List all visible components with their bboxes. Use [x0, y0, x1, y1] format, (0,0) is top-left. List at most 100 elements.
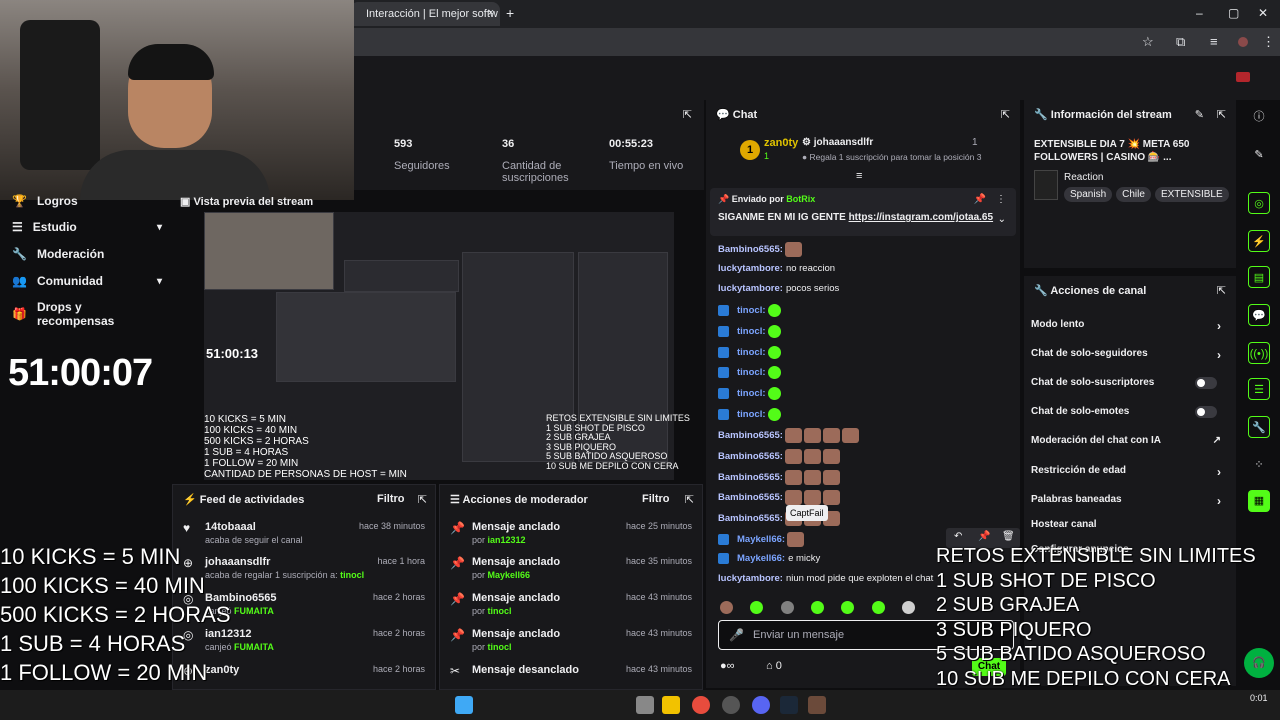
chat-username[interactable]: Bambino6565: — [718, 492, 783, 503]
close-window-button[interactable]: ✕ — [1258, 6, 1268, 20]
action-ai-moderation[interactable]: Moderación del chat con IA ↗ — [1031, 435, 1227, 446]
edit-icon[interactable]: ✎ — [1248, 144, 1270, 166]
info-icon[interactable]: ⓘ — [1248, 106, 1270, 128]
task-view-icon[interactable] — [636, 696, 654, 714]
maximize-button[interactable]: ▢ — [1228, 6, 1239, 20]
expand-icon[interactable]: ⇱ — [418, 493, 427, 506]
emote-icon[interactable] — [902, 601, 916, 615]
document-icon[interactable]: ▤ — [1248, 266, 1270, 288]
category-name[interactable]: Reaction — [1064, 172, 1103, 183]
chat-username[interactable]: tinocl: — [737, 409, 766, 420]
browser-tab[interactable]: Interacción | El mejor softw × — [350, 2, 500, 26]
app-icon[interactable] — [722, 696, 740, 714]
pinned-user[interactable]: BotRix — [786, 194, 815, 204]
emote-icon[interactable] — [750, 601, 764, 615]
collapse-handle-icon[interactable]: ≡ — [856, 170, 862, 182]
expand-icon[interactable]: ⇱ — [683, 108, 692, 121]
chat-username[interactable]: Bambino6565: — [718, 244, 783, 255]
chat-username[interactable]: luckytambore: — [718, 573, 783, 584]
wrench-icon[interactable]: 🔧 — [1248, 416, 1270, 438]
dots-icon[interactable]: ⁘ — [1248, 454, 1270, 476]
target-icon[interactable]: ◎ — [1248, 192, 1270, 214]
chat-username[interactable]: tinocl: — [737, 347, 766, 358]
sidebar-item-estudio[interactable]: ☰ Estudio ▾ — [12, 220, 162, 234]
category-thumbnail — [1034, 170, 1058, 200]
chat-username[interactable]: luckytambore: — [718, 263, 783, 274]
delete-icon[interactable]: 🗑 — [1002, 531, 1015, 542]
minimize-button[interactable]: – — [1196, 6, 1203, 20]
tag[interactable]: EXTENSIBLE — [1154, 187, 1229, 202]
expand-icon[interactable]: ⇱ — [685, 493, 694, 506]
reply-icon[interactable]: ↶ — [954, 531, 962, 542]
menu-kebab-icon[interactable]: ⋮ — [1262, 34, 1275, 50]
chat-username[interactable]: tinocl: — [737, 388, 766, 399]
chat-username[interactable]: tinocl: — [737, 305, 766, 316]
emote-icon[interactable] — [841, 601, 855, 615]
chat-username[interactable]: Bambino6565: — [718, 430, 783, 441]
bolt-icon[interactable]: ⚡ — [1248, 230, 1270, 252]
chat-username[interactable]: Bambino6565: — [718, 472, 783, 483]
chat-username[interactable]: tinocl: — [737, 367, 766, 378]
steam-icon[interactable] — [780, 696, 798, 714]
action-emotes-only[interactable]: Chat de solo-emotes — [1031, 406, 1227, 418]
sidebar-item-logros[interactable]: 🏆 Logros — [12, 194, 162, 208]
panel-title-text: Acciones de canal — [1050, 285, 1147, 297]
mod-filter-button[interactable]: Filtro — [642, 493, 670, 505]
tab-close-icon[interactable]: × — [488, 7, 494, 19]
app-icon[interactable] — [808, 696, 826, 714]
bookmark-star-icon[interactable]: ☆ — [1142, 34, 1154, 50]
windows-start-icon[interactable] — [455, 696, 473, 714]
file-explorer-icon[interactable] — [662, 696, 680, 714]
emote-icon[interactable] — [811, 601, 825, 615]
sidebar-item-moderacion[interactable]: 🔧 Moderación — [12, 247, 162, 261]
pin-icon[interactable]: 📌 — [978, 531, 990, 542]
action-followers-only[interactable]: Chat de solo-seguidores › — [1031, 348, 1227, 362]
infinity-icon[interactable]: ●∞ — [720, 660, 735, 672]
microphone-icon[interactable]: 🎤 — [729, 628, 744, 642]
extensions-icon[interactable]: ⧉ — [1176, 34, 1185, 50]
action-age-restriction[interactable]: Restricción de edad › — [1031, 465, 1227, 479]
chat-username[interactable]: Bambino6565: — [718, 451, 783, 462]
chat-username[interactable]: luckytambore: — [718, 283, 783, 294]
broadcast-icon[interactable]: ((•)) — [1248, 342, 1270, 364]
emote-icon[interactable] — [871, 601, 885, 615]
discord-icon[interactable] — [752, 696, 770, 714]
expand-icon[interactable]: ⇱ — [1217, 108, 1226, 121]
tag[interactable]: Chile — [1116, 187, 1151, 202]
emote-icon[interactable] — [720, 601, 733, 615]
user-avatar[interactable] — [1236, 72, 1250, 82]
action-banned-words[interactable]: Palabras baneadas › — [1031, 494, 1227, 508]
action-host-channel[interactable]: Hostear canal — [1031, 519, 1227, 530]
top-user[interactable]: zan0ty — [764, 137, 798, 149]
chat-username[interactable]: Bambino6565: — [718, 513, 783, 524]
unpin-button[interactable]: 📌 — [974, 194, 986, 205]
chat-icon[interactable]: 💬 — [1248, 304, 1270, 326]
chrome-icon[interactable] — [692, 696, 710, 714]
subs-only-toggle[interactable] — [1195, 377, 1217, 389]
expand-icon[interactable]: ⇱ — [1001, 108, 1010, 121]
edit-icon[interactable]: ✎ — [1195, 108, 1204, 121]
add-widget-icon[interactable]: ▦ — [1248, 490, 1270, 512]
emotes-only-toggle[interactable] — [1195, 406, 1217, 418]
chat-username[interactable]: Maykell66: — [737, 534, 785, 545]
gift-cta[interactable]: ● Regala 1 suscripción para tomar la pos… — [802, 152, 981, 162]
chevron-down-icon[interactable]: ⌄ — [998, 214, 1006, 225]
sidebar-item-drops[interactable]: 🎁 Drops y recompensas — [12, 300, 162, 328]
points-balance[interactable]: ⌂ 0 — [766, 660, 782, 672]
chat-username[interactable]: tinocl: — [737, 326, 766, 337]
chat-username[interactable]: Maykell66: — [737, 553, 785, 564]
gifter-user[interactable]: ⚙ johaaansdlfr — [802, 137, 873, 148]
list-icon[interactable]: ☰ — [1248, 378, 1270, 400]
profile-avatar[interactable] — [1238, 37, 1248, 47]
action-slow-mode[interactable]: Modo lento › — [1031, 319, 1227, 333]
sidebar-item-comunidad[interactable]: 👥 Comunidad ▾ — [12, 274, 162, 288]
media-icon[interactable]: ≡ — [1210, 34, 1218, 49]
action-subs-only[interactable]: Chat de solo-suscriptores — [1031, 377, 1227, 389]
expand-icon[interactable]: ⇱ — [1217, 284, 1226, 297]
tag[interactable]: Spanish — [1064, 187, 1113, 202]
activity-filter-button[interactable]: Filtro — [377, 493, 405, 505]
new-tab-button[interactable]: + — [506, 5, 514, 21]
pinned-link[interactable]: https://instagram.com/jotaa.65 — [849, 212, 993, 223]
emote-icon[interactable] — [780, 601, 794, 615]
pinned-menu-icon[interactable]: ⋮ — [996, 194, 1006, 205]
